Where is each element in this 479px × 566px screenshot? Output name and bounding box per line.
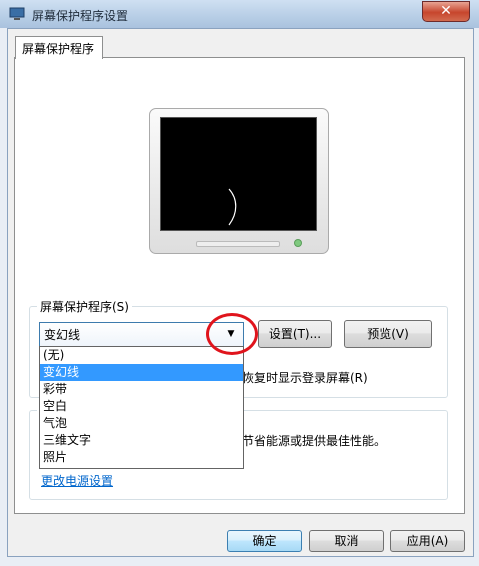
ok-button[interactable]: 确定 (227, 530, 302, 552)
screensaver-dropdown-list: (无) 变幻线 彩带 空白 气泡 三维文字 照片 (39, 346, 244, 469)
dropdown-option[interactable]: 气泡 (40, 415, 243, 432)
dropdown-option-selected[interactable]: 变幻线 (40, 364, 243, 381)
monitor-slot (196, 241, 280, 247)
screensaver-group-label: 屏幕保护程序(S) (37, 298, 132, 315)
dropdown-option[interactable]: 三维文字 (40, 432, 243, 449)
window-title: 屏幕保护程序设置 (32, 9, 129, 23)
dropdown-option[interactable]: 空白 (40, 398, 243, 415)
power-led-icon (294, 239, 302, 247)
resume-login-checkbox-label[interactable]: 恢复时显示登录屏幕(R) (242, 369, 368, 386)
screensaver-select-value: 变幻线 (44, 328, 81, 342)
screensaver-app-icon (9, 7, 25, 20)
cancel-button[interactable]: 取消 (309, 530, 384, 552)
preview-line-curve (228, 188, 237, 226)
close-button[interactable]: ✕ (422, 1, 470, 22)
apply-button[interactable]: 应用(A) (390, 530, 465, 552)
dropdown-option[interactable]: 照片 (40, 449, 243, 466)
preview-button[interactable]: 预览(V) (344, 320, 432, 348)
dropdown-option[interactable]: 彩带 (40, 381, 243, 398)
annotation-circle (206, 313, 258, 355)
settings-button[interactable]: 设置(T)... (258, 320, 332, 348)
tab-screensaver[interactable]: 屏幕保护程序 (15, 36, 103, 59)
dropdown-option[interactable]: (无) (40, 347, 243, 364)
change-power-settings-link[interactable]: 更改电源设置 (41, 472, 113, 489)
tab-label: 屏幕保护程序 (22, 42, 95, 56)
power-description: 节省能源或提供最佳性能。 (242, 434, 387, 448)
